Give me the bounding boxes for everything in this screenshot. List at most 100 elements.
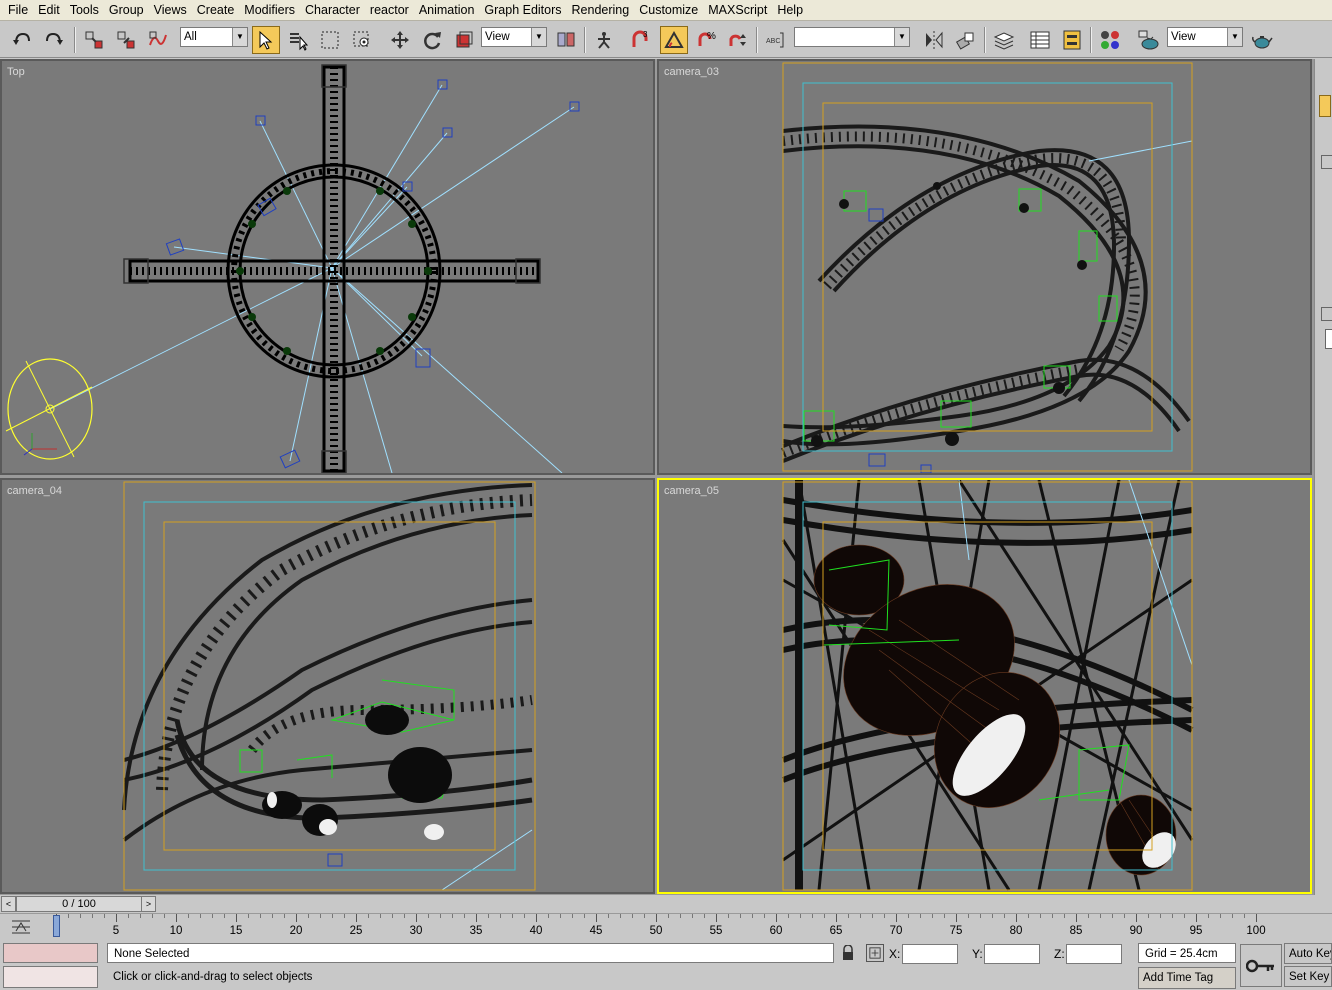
timeline-major-tick xyxy=(116,914,117,922)
menu-create[interactable]: Create xyxy=(192,0,240,21)
material-editor-icon[interactable] xyxy=(1096,26,1124,54)
select-and-move-icon[interactable] xyxy=(386,26,414,54)
align-icon[interactable] xyxy=(952,26,980,54)
svg-text:%: % xyxy=(707,31,716,42)
timeline-minor-tick xyxy=(1040,914,1041,918)
manipulate-icon[interactable] xyxy=(590,26,618,54)
lock-selection-icon[interactable] xyxy=(841,944,855,961)
redo-icon[interactable] xyxy=(40,26,68,54)
timeline-minor-tick xyxy=(1208,914,1209,918)
snaps-toggle-icon[interactable]: 3 xyxy=(626,26,654,54)
use-pivot-point-center-icon[interactable] xyxy=(552,26,580,54)
menu-animation[interactable]: Animation xyxy=(414,0,480,21)
time-slider[interactable]: 0 / 100 xyxy=(16,896,142,912)
timeline-minor-tick xyxy=(260,914,261,918)
timeline-minor-tick xyxy=(1148,914,1149,918)
time-slider-marker[interactable] xyxy=(53,915,60,937)
timeline-minor-tick xyxy=(188,914,189,918)
menu-tools[interactable]: Tools xyxy=(65,0,104,21)
viewport-label[interactable]: Top xyxy=(7,66,25,78)
timeline-minor-tick xyxy=(140,914,141,918)
undo-icon[interactable] xyxy=(8,26,36,54)
x-coordinate-field[interactable] xyxy=(902,944,958,964)
rollout-button[interactable] xyxy=(1321,155,1332,169)
viewport-label[interactable]: camera_05 xyxy=(664,485,719,497)
set-key-button[interactable]: Set Key xyxy=(1284,966,1332,987)
command-panel-tab[interactable] xyxy=(1319,95,1331,117)
rollout-field[interactable] xyxy=(1325,329,1332,349)
spinner-snap-icon[interactable] xyxy=(724,26,752,54)
rectangular-selection-region-icon[interactable] xyxy=(316,26,344,54)
menu-group[interactable]: Group xyxy=(104,0,149,21)
menu-views[interactable]: Views xyxy=(149,0,192,21)
auto-key-button[interactable]: Auto Key xyxy=(1284,943,1332,964)
viewport-label[interactable]: camera_04 xyxy=(7,485,62,497)
window-crossing-icon[interactable] xyxy=(348,26,376,54)
selection-filter-dropdown[interactable]: All ▼ xyxy=(180,27,248,47)
time-slider-prev-button[interactable]: < xyxy=(1,896,16,912)
menu-character[interactable]: Character xyxy=(300,0,365,21)
menu-customize[interactable]: Customize xyxy=(634,0,703,21)
menu-file[interactable]: File xyxy=(3,0,33,21)
timeline-minor-tick xyxy=(608,914,609,918)
quick-render-teapot-icon[interactable] xyxy=(1248,26,1276,54)
timeline-track[interactable]: 0510152025303540455055606570758085909510… xyxy=(50,914,1280,942)
mirror-icon[interactable] xyxy=(920,26,948,54)
percent-snap-icon[interactable]: % xyxy=(692,26,720,54)
timeline-major-tick xyxy=(776,914,777,922)
command-panel[interactable] xyxy=(1314,59,1332,895)
menu-maxscript[interactable]: MAXScript xyxy=(703,0,772,21)
timeline-minor-tick xyxy=(728,914,729,918)
track-bar[interactable]: 0510152025303540455055606570758085909510… xyxy=(0,913,1332,941)
menu-rendering[interactable]: Rendering xyxy=(567,0,635,21)
render-scene-dialog-icon[interactable] xyxy=(1134,26,1162,54)
select-and-scale-icon[interactable] xyxy=(450,26,478,54)
menu-reactor[interactable]: reactor xyxy=(365,0,414,21)
viewport-label[interactable]: camera_03 xyxy=(664,66,719,78)
render-type-dropdown[interactable]: View ▼ xyxy=(1167,27,1243,47)
maxscript-listener-output[interactable] xyxy=(3,966,98,988)
angle-snap-toggle-icon[interactable] xyxy=(660,26,688,54)
edit-named-selection-icon[interactable]: ABC xyxy=(762,26,790,54)
select-and-link-icon[interactable] xyxy=(80,26,108,54)
timeline-minor-tick xyxy=(1160,914,1161,918)
menu-edit[interactable]: Edit xyxy=(33,0,65,21)
timeline-minor-tick xyxy=(404,914,405,918)
timeline-minor-tick xyxy=(632,914,633,918)
menu-graph-editors[interactable]: Graph Editors xyxy=(479,0,566,21)
layer-manager-icon[interactable] xyxy=(990,26,1018,54)
select-and-rotate-icon[interactable] xyxy=(418,26,446,54)
timeline-major-tick xyxy=(1076,914,1077,922)
top-view-scene xyxy=(5,64,580,473)
set-keys-key-icon[interactable] xyxy=(1240,944,1282,987)
unlink-selection-icon[interactable] xyxy=(112,26,140,54)
maxscript-listener-mini[interactable] xyxy=(3,943,98,963)
named-selection-sets-dropdown[interactable]: ▼ xyxy=(794,27,910,47)
menu-help[interactable]: Help xyxy=(772,0,808,21)
menu-bar: File Edit Tools Group Views Create Modif… xyxy=(0,0,1332,21)
rollout-button[interactable] xyxy=(1321,307,1332,321)
timeline-minor-tick xyxy=(584,914,585,918)
timeline-minor-tick xyxy=(284,914,285,918)
viewport-camera-03[interactable]: camera_03 xyxy=(657,59,1312,475)
y-coordinate-field[interactable] xyxy=(984,944,1040,964)
menu-modifiers[interactable]: Modifiers xyxy=(239,0,300,21)
viewport-camera-05[interactable]: camera_05 xyxy=(657,478,1312,894)
viewport-top[interactable]: Top xyxy=(0,59,655,475)
select-object-icon[interactable] xyxy=(252,26,280,54)
chevron-down-icon: ▼ xyxy=(232,28,247,46)
add-time-tag-button[interactable]: Add Time Tag xyxy=(1138,967,1236,989)
chevron-down-icon: ▼ xyxy=(531,28,546,46)
curve-editor-icon[interactable] xyxy=(1026,26,1054,54)
select-by-name-icon[interactable] xyxy=(284,26,312,54)
z-coordinate-field[interactable] xyxy=(1066,944,1122,964)
open-mini-curve-editor-icon[interactable] xyxy=(10,917,32,937)
absolute-mode-transform-icon[interactable] xyxy=(866,944,884,962)
schematic-view-icon[interactable] xyxy=(1058,26,1086,54)
timeline-minor-tick xyxy=(752,914,753,918)
timeline-major-tick xyxy=(176,914,177,922)
time-slider-next-button[interactable]: > xyxy=(141,896,156,912)
viewport-camera-04[interactable]: camera_04 xyxy=(0,478,655,894)
reference-coordinate-system-dropdown[interactable]: View ▼ xyxy=(481,27,547,47)
bind-to-space-warp-icon[interactable] xyxy=(144,26,172,54)
